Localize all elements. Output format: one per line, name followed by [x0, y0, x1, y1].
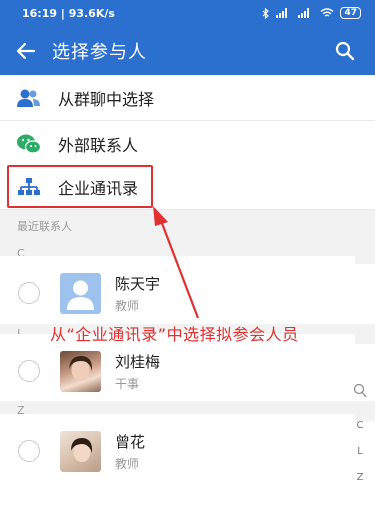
contact-row[interactable]: 曾花 教师 — [0, 414, 355, 488]
group-icon — [0, 88, 58, 108]
annotation-text: 从“企业通讯录”中选择拟参会人员 — [50, 325, 299, 344]
bluetooth-icon — [263, 7, 270, 19]
avatar — [60, 272, 101, 314]
contact-role: 干事 — [115, 376, 140, 391]
app-bar: 16:19 | 93.6K/s 47 选择参与人 — [0, 0, 375, 75]
wechat-icon — [0, 133, 58, 155]
photo-avatar-icon — [71, 437, 93, 462]
search-icon — [335, 41, 355, 60]
select-radio[interactable] — [18, 440, 40, 462]
contact-name: 曾花 — [115, 432, 146, 451]
highlight-box — [7, 165, 153, 208]
option-external-contacts[interactable]: 外部联系人 — [0, 121, 375, 167]
index-letter[interactable]: C — [357, 413, 364, 439]
avatar — [60, 430, 101, 472]
contact-text: 刘桂梅 干事 — [115, 351, 160, 392]
page-title: 选择参与人 — [52, 41, 147, 63]
title-bar: 选择参与人 — [0, 26, 375, 75]
contact-role: 教师 — [115, 456, 140, 471]
status-time: 16:19 | 93.6K/s — [22, 6, 115, 20]
signal-icon-2 — [298, 8, 310, 18]
select-radio[interactable] — [18, 282, 40, 304]
select-radio[interactable] — [18, 360, 40, 382]
search-icon[interactable] — [353, 383, 367, 399]
annotation-arrow — [153, 206, 200, 319]
alphabet-index[interactable]: C L Z — [351, 383, 369, 491]
status-icons: 47 — [262, 7, 361, 19]
option-label: 从群聊中选择 — [58, 89, 155, 109]
signal-icon — [276, 8, 288, 18]
status-bar: 16:19 | 93.6K/s 47 — [0, 0, 375, 26]
index-letter[interactable]: L — [357, 439, 363, 465]
wifi-icon — [321, 8, 334, 17]
index-letter[interactable]: Z — [357, 465, 364, 491]
back-button[interactable] — [0, 26, 52, 75]
photo-avatar-icon — [69, 355, 93, 381]
option-label: 外部联系人 — [58, 135, 139, 155]
default-avatar-icon — [67, 280, 94, 310]
option-group-chat[interactable]: 从群聊中选择 — [0, 75, 375, 121]
contact-text: 曾花 教师 — [115, 431, 145, 472]
battery-icon: 47 — [340, 7, 361, 19]
search-button[interactable] — [325, 26, 365, 75]
contact-row[interactable]: 刘桂梅 干事 — [0, 334, 355, 408]
avatar — [60, 350, 101, 392]
contact-name: 刘桂梅 — [115, 352, 161, 371]
arrow-left-icon — [16, 42, 36, 59]
